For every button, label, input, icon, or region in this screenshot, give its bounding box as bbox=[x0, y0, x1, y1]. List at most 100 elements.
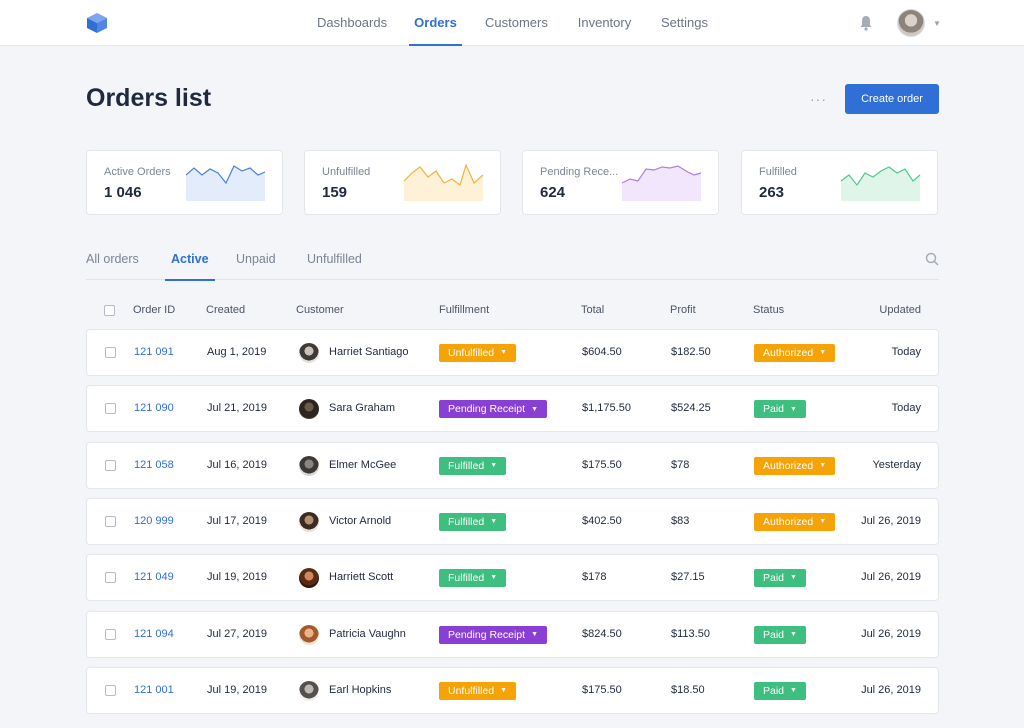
table-row[interactable]: 121 001 Jul 19, 2019 Earl Hopkins Unfulfill… bbox=[86, 666, 939, 714]
order-id-link[interactable]: 121 094 bbox=[134, 612, 174, 657]
status-label: Paid bbox=[763, 403, 785, 416]
avatar bbox=[299, 343, 319, 363]
fulfillment-dropdown[interactable]: Fulfilled ▼ bbox=[439, 569, 507, 588]
tab-unfulfilled[interactable]: Unfulfilled bbox=[307, 244, 362, 280]
fulfillment-label: Pending Receipt bbox=[448, 628, 526, 641]
caret-down-icon: ▼ bbox=[500, 687, 508, 695]
table-row[interactable]: 121 091 Aug 1, 2019 Harriet Santiago Unfulf… bbox=[86, 329, 939, 376]
order-id-link[interactable]: 121 049 bbox=[134, 555, 174, 600]
caret-down-icon: ▼ bbox=[790, 405, 797, 413]
order-total: $178 bbox=[582, 571, 607, 584]
select-all-checkbox[interactable] bbox=[104, 305, 115, 316]
customer-name[interactable]: Harriet Santiago bbox=[329, 330, 409, 375]
bell-icon[interactable] bbox=[858, 14, 874, 32]
customer-name[interactable]: Victor Arnold bbox=[329, 499, 391, 544]
nav-item-inventory[interactable]: Inventory bbox=[576, 0, 633, 46]
caret-down-icon: ▼ bbox=[819, 518, 827, 526]
nav-item-customers[interactable]: Customers bbox=[485, 0, 548, 46]
row-checkbox[interactable] bbox=[105, 459, 116, 471]
fulfillment-dropdown[interactable]: Unfulfilled ▼ bbox=[439, 344, 517, 362]
nav-item-settings[interactable]: Settings bbox=[661, 0, 708, 46]
order-filter-tabs: All orders Active Unpaid Unfulfilled bbox=[86, 244, 939, 281]
nav-item-dashboards[interactable]: Dashboards bbox=[317, 0, 387, 46]
updated-date: Jul 26, 2019 bbox=[861, 571, 921, 584]
table-row[interactable]: 121 094 Jul 27, 2019 Patricia Vaughn Pendin… bbox=[86, 610, 939, 658]
more-options-button[interactable]: ··· bbox=[810, 91, 827, 107]
status-dropdown[interactable]: Paid ▼ bbox=[754, 569, 806, 588]
avatar bbox=[299, 455, 319, 476]
column-header[interactable]: Customer bbox=[296, 304, 344, 316]
order-profit: $18.50 bbox=[671, 683, 705, 696]
order-id-link[interactable]: 121 001 bbox=[134, 668, 174, 713]
table-row[interactable]: 120 999 Jul 17, 2019 Victor Arnold Fulfille… bbox=[86, 497, 939, 545]
fulfillment-dropdown[interactable]: Fulfilled ▼ bbox=[439, 456, 507, 475]
order-total: $824.50 bbox=[582, 627, 622, 640]
sparkline-chart bbox=[404, 163, 484, 201]
row-checkbox[interactable] bbox=[105, 684, 116, 696]
status-dropdown[interactable]: Authorized ▼ bbox=[754, 512, 836, 531]
status-label: Paid bbox=[763, 572, 785, 585]
fulfillment-dropdown[interactable]: Unfulfilled ▼ bbox=[439, 681, 517, 700]
customer-name[interactable]: Harriett Scott bbox=[329, 555, 393, 600]
column-header[interactable]: Created bbox=[206, 304, 245, 316]
status-label: Authorized bbox=[763, 347, 814, 359]
stat-card-active-orders: Active Orders 1 046 bbox=[86, 150, 283, 215]
row-checkbox[interactable] bbox=[105, 628, 116, 640]
updated-date: Yesterday bbox=[872, 458, 921, 471]
row-checkbox[interactable] bbox=[105, 572, 116, 584]
stat-card-fulfilled: Fulfilled 263 bbox=[741, 150, 938, 215]
user-avatar[interactable] bbox=[897, 9, 925, 37]
status-label: Authorized bbox=[763, 515, 814, 528]
column-header[interactable]: Order ID bbox=[133, 304, 175, 316]
fulfillment-dropdown[interactable]: Pending Receipt ▼ bbox=[439, 400, 547, 419]
column-header[interactable]: Status bbox=[753, 304, 784, 316]
row-checkbox[interactable] bbox=[105, 403, 116, 415]
caret-down-icon: ▼ bbox=[490, 574, 498, 582]
tab-all-orders[interactable]: All orders bbox=[86, 244, 139, 280]
column-header[interactable]: Profit bbox=[670, 304, 696, 316]
stat-value: 159 bbox=[322, 184, 348, 201]
updated-date: Jul 26, 2019 bbox=[861, 683, 921, 696]
sparkline-chart bbox=[841, 166, 921, 201]
order-id-link[interactable]: 121 058 bbox=[134, 443, 174, 488]
chevron-down-icon[interactable]: ▼ bbox=[933, 19, 941, 28]
order-id-link[interactable]: 121 091 bbox=[134, 330, 174, 375]
create-order-button[interactable]: Create order bbox=[845, 84, 939, 114]
row-checkbox[interactable] bbox=[105, 347, 116, 358]
fulfillment-dropdown[interactable]: Fulfilled ▼ bbox=[439, 512, 507, 531]
sparkline-chart bbox=[622, 165, 702, 201]
column-header[interactable]: Total bbox=[581, 304, 604, 316]
status-dropdown[interactable]: Paid ▼ bbox=[754, 625, 806, 644]
created-date: Jul 19, 2019 bbox=[207, 571, 267, 584]
order-id-link[interactable]: 120 999 bbox=[134, 499, 174, 544]
customer-name[interactable]: Patricia Vaughn bbox=[329, 612, 406, 657]
fulfillment-dropdown[interactable]: Pending Receipt ▼ bbox=[439, 625, 547, 644]
created-date: Jul 16, 2019 bbox=[207, 458, 267, 471]
stat-card-pending-receipt: Pending Rece... 624 bbox=[522, 150, 719, 215]
column-header[interactable]: Updated bbox=[879, 304, 921, 316]
order-profit: $78 bbox=[671, 458, 690, 471]
tab-unpaid[interactable]: Unpaid bbox=[236, 244, 276, 280]
sparkline-chart bbox=[186, 165, 266, 201]
tab-active[interactable]: Active bbox=[165, 244, 214, 281]
column-header[interactable]: Fulfillment bbox=[439, 304, 489, 316]
row-checkbox[interactable] bbox=[105, 515, 116, 527]
stat-card-unfulfilled: Unfulfilled 159 bbox=[304, 150, 501, 215]
order-profit: $83 bbox=[671, 514, 690, 527]
table-row[interactable]: 121 049 Jul 19, 2019 Harriett Scott Fulfill… bbox=[86, 554, 939, 602]
status-dropdown[interactable]: Authorized ▼ bbox=[754, 344, 836, 362]
table-row[interactable]: 121 090 Jul 21, 2019 Sara Graham Pending Re… bbox=[86, 385, 939, 433]
nav-item-orders[interactable]: Orders bbox=[409, 0, 462, 46]
customer-name[interactable]: Elmer McGee bbox=[329, 443, 396, 488]
order-profit: $27.15 bbox=[671, 571, 705, 584]
table-row[interactable]: 121 058 Jul 16, 2019 Elmer McGee Fulfilled ▼… bbox=[86, 441, 939, 489]
status-dropdown[interactable]: Authorized ▼ bbox=[754, 456, 836, 475]
customer-name[interactable]: Earl Hopkins bbox=[329, 668, 391, 713]
order-id-link[interactable]: 121 090 bbox=[134, 386, 174, 431]
status-dropdown[interactable]: Paid ▼ bbox=[754, 400, 806, 419]
customer-name[interactable]: Sara Graham bbox=[329, 386, 395, 431]
table-header: Order ID Created Customer Fulfillment To… bbox=[86, 300, 939, 322]
order-total: $175.50 bbox=[582, 683, 622, 696]
search-icon[interactable] bbox=[925, 252, 939, 266]
status-dropdown[interactable]: Paid ▼ bbox=[754, 681, 806, 700]
